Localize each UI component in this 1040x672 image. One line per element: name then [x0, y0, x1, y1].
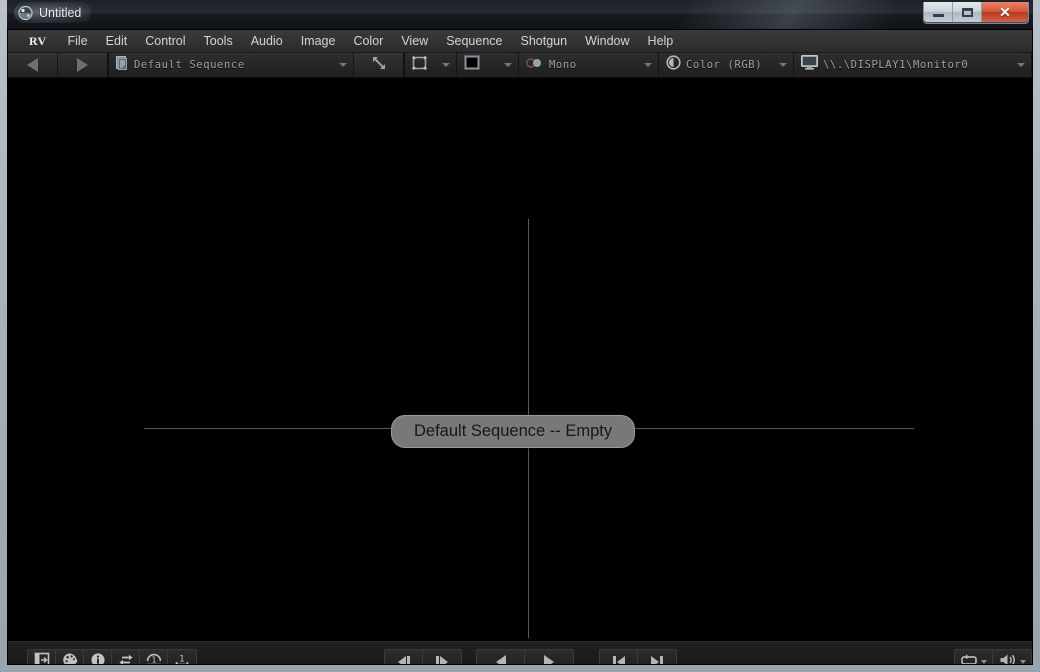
annotation-icon: 1 — [146, 652, 162, 664]
loop-mode-button[interactable] — [955, 650, 993, 664]
play-backward-button[interactable] — [477, 650, 525, 664]
menu-file[interactable]: File — [59, 32, 97, 50]
menu-shotgun[interactable]: Shotgun — [512, 32, 577, 50]
menu-control[interactable]: Control — [136, 32, 194, 50]
chevron-down-icon — [339, 63, 347, 67]
forward-arrow-icon — [77, 58, 88, 72]
go-to-end-icon — [651, 655, 663, 664]
chevron-down-icon — [442, 63, 450, 67]
loop-mode-icon — [960, 653, 978, 664]
annotation-button[interactable]: 1 — [140, 650, 168, 664]
svg-text:1: 1 — [179, 654, 185, 664]
close-button[interactable]: ✕ — [982, 2, 1028, 22]
chevron-down-icon — [1017, 63, 1025, 67]
stereo-mode-icon — [526, 56, 544, 74]
title-bar[interactable]: Untitled ✕ — [7, 0, 1033, 29]
step-button-group — [384, 649, 462, 664]
nav-button-group — [8, 53, 109, 77]
color-channel-icon — [666, 55, 681, 75]
client-area: RV File Edit Control Tools Audio Image C… — [7, 29, 1033, 665]
step-back-icon — [397, 655, 410, 664]
window-controls: ✕ — [923, 2, 1029, 24]
menu-sequence[interactable]: Sequence — [437, 32, 511, 50]
color-palette-icon — [62, 652, 78, 664]
menu-image[interactable]: Image — [292, 32, 345, 50]
menu-view[interactable]: View — [392, 32, 437, 50]
empty-sequence-label: Default Sequence -- Empty — [391, 415, 636, 448]
rv-app-icon — [17, 4, 34, 21]
go-to-start-icon — [612, 655, 625, 664]
frame-fit-icon — [412, 55, 427, 75]
close-icon: ✕ — [999, 4, 1011, 20]
menu-tools[interactable]: Tools — [195, 32, 242, 50]
session-manager-icon — [34, 652, 50, 664]
application-window: Untitled ✕ RV File Edit Control Tools Au… — [0, 0, 1040, 672]
scale-button[interactable] — [354, 53, 404, 77]
chevron-down-icon — [504, 63, 512, 67]
swap-buffers-button[interactable] — [112, 650, 140, 664]
window-title: Untitled — [39, 5, 82, 20]
step-forward-icon — [436, 655, 448, 664]
minimize-button[interactable] — [924, 2, 953, 22]
step-back-button[interactable] — [385, 650, 423, 664]
background-color-swatch — [464, 55, 480, 75]
channel-value: Color (RGB) — [686, 59, 763, 71]
go-to-end-button[interactable] — [638, 650, 676, 664]
menu-bar: RV File Edit Control Tools Audio Image C… — [8, 30, 1032, 53]
play-button-group — [476, 649, 574, 664]
play-forward-button[interactable] — [525, 650, 573, 664]
play-backward-icon — [495, 655, 506, 664]
color-tools-button[interactable] — [56, 650, 84, 664]
menu-audio[interactable]: Audio — [242, 32, 292, 50]
stereo-mode-value: Mono — [549, 59, 577, 71]
playback-options-group — [954, 649, 1032, 664]
channel-dropdown[interactable]: Color (RGB) — [659, 53, 794, 77]
swap-arrows-icon — [117, 653, 135, 664]
menu-help[interactable]: Help — [639, 32, 683, 50]
display-device-dropdown[interactable]: \\.\DISPLAY1\Monitor0 — [794, 53, 1032, 77]
volume-button[interactable] — [993, 650, 1031, 664]
step-forward-button[interactable] — [423, 650, 461, 664]
window-title-group: Untitled — [14, 2, 92, 23]
volume-icon — [999, 653, 1017, 664]
jump-button-group — [599, 649, 677, 664]
go-to-start-button[interactable] — [600, 650, 638, 664]
timeline-marker-icon: 1 — [174, 652, 190, 664]
sequence-document-icon — [116, 55, 129, 75]
chevron-down-icon — [644, 63, 652, 67]
timeline-marker-button[interactable]: 1 — [168, 650, 196, 664]
chevron-down-icon — [779, 63, 787, 67]
scale-button-group — [354, 53, 405, 77]
forward-button[interactable] — [58, 53, 108, 77]
menu-edit[interactable]: Edit — [97, 32, 137, 50]
tool-button-group: 1 1 — [27, 649, 197, 664]
image-viewport[interactable]: Default Sequence -- Empty — [8, 78, 1032, 641]
session-manager-button[interactable] — [28, 650, 56, 664]
monitor-display-icon — [801, 55, 818, 75]
info-icon — [90, 652, 106, 664]
image-info-button[interactable] — [84, 650, 112, 664]
menu-rv[interactable]: RV — [20, 32, 59, 51]
maximize-button[interactable] — [953, 2, 982, 22]
display-device-value: \\.\DISPLAY1\Monitor0 — [823, 59, 969, 71]
menu-window[interactable]: Window — [576, 32, 638, 50]
svg-text:1: 1 — [151, 655, 156, 664]
sequence-dropdown-value: Default Sequence — [134, 59, 245, 71]
chevron-down-icon — [981, 660, 987, 664]
back-button[interactable] — [8, 53, 58, 77]
play-forward-icon — [544, 655, 554, 664]
bottom-toolbar: 1 1 — [8, 641, 1032, 664]
background-color-dropdown[interactable] — [457, 53, 519, 77]
maximize-icon — [961, 7, 973, 17]
scale-resize-icon — [371, 55, 387, 76]
sequence-dropdown[interactable]: Default Sequence — [109, 53, 354, 77]
stereo-mode-dropdown[interactable]: Mono — [519, 53, 659, 77]
menu-color[interactable]: Color — [344, 32, 392, 50]
main-toolbar: Default Sequence Mono Color (RGB) \\.\DI… — [8, 53, 1032, 78]
frame-fit-dropdown[interactable] — [405, 53, 457, 77]
chevron-down-icon — [1019, 660, 1026, 664]
back-arrow-icon — [27, 58, 38, 72]
minimize-icon — [932, 13, 944, 17]
